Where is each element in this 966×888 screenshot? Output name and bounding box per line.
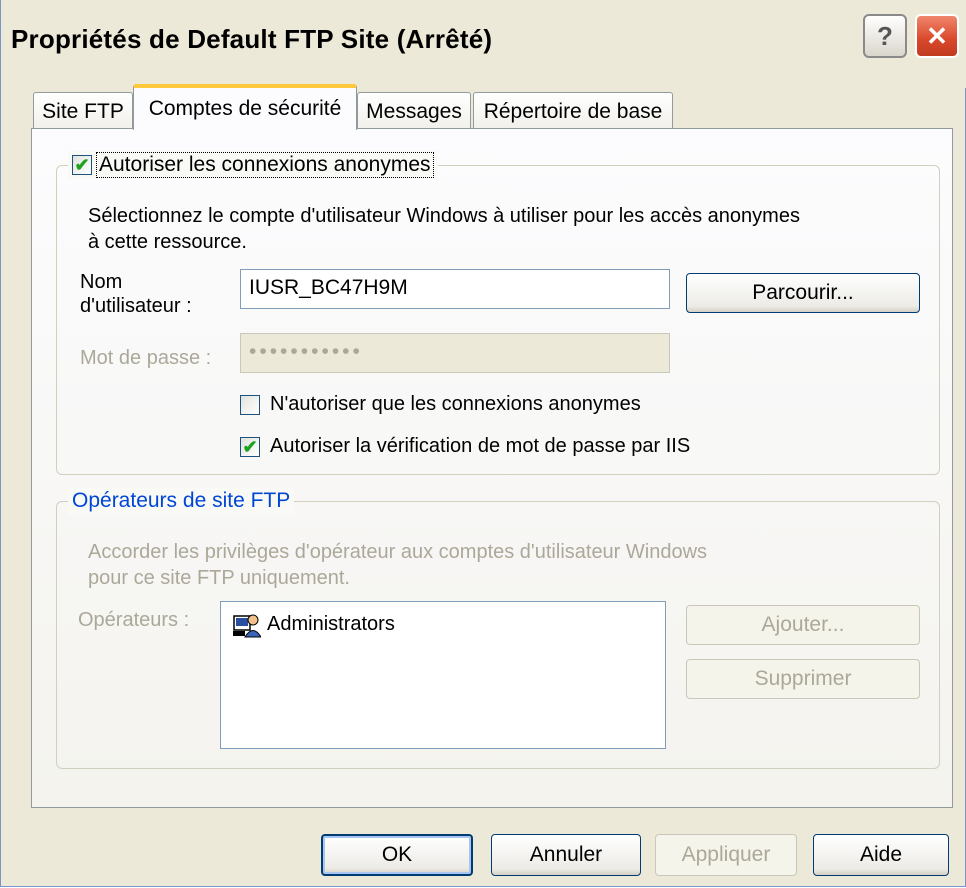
anonymous-checkbox-row[interactable]: ✔ Autoriser les connexions anonymes: [68, 151, 438, 179]
username-input[interactable]: IUSR_BC47H9M: [240, 269, 670, 309]
iis-password-check-label: Autoriser la vérification de mot de pass…: [270, 435, 691, 457]
password-label: Mot de passe :: [80, 347, 212, 369]
password-input[interactable]: •••••••••••: [240, 333, 670, 373]
anonymous-checkbox-label: Autoriser les connexions anonymes: [96, 152, 434, 178]
iis-password-check-row[interactable]: ✔ Autoriser la vérification de mot de pa…: [240, 435, 690, 458]
cancel-button[interactable]: Annuler: [491, 834, 641, 876]
username-label-line1: Nom: [80, 271, 123, 293]
close-button[interactable]: ✕: [915, 14, 959, 58]
iis-password-check-checkbox[interactable]: ✔: [240, 436, 260, 457]
remove-operator-button[interactable]: Supprimer: [686, 659, 920, 699]
properties-dialog: Propriétés de Default FTP Site (Arrêté) …: [0, 0, 966, 887]
list-item[interactable]: Administrators: [233, 610, 395, 638]
operators-list[interactable]: Administrators: [220, 601, 666, 749]
only-anonymous-checkbox[interactable]: ✔: [240, 394, 260, 415]
user-group-icon: [233, 610, 262, 638]
tab-label: Messages: [366, 99, 462, 123]
username-label-line2: d'utilisateur :: [80, 295, 192, 317]
add-operator-button[interactable]: Ajouter...: [686, 605, 920, 645]
tab-label: Site FTP: [42, 99, 124, 123]
help-button[interactable]: Aide: [813, 834, 949, 876]
help-title-button[interactable]: ?: [863, 14, 907, 58]
operators-label: Opérateurs :: [78, 609, 190, 631]
tab-messages[interactable]: Messages: [357, 92, 471, 130]
only-anonymous-label: N'autoriser que les connexions anonymes: [270, 393, 641, 415]
tab-label: Répertoire de base: [483, 99, 663, 123]
tab-panel: ✔ Autoriser les connexions anonymes Séle…: [31, 128, 953, 808]
ok-button[interactable]: OK: [321, 834, 473, 876]
only-anonymous-row[interactable]: ✔ N'autoriser que les connexions anonyme…: [240, 393, 641, 416]
tab-site-ftp[interactable]: Site FTP: [33, 92, 133, 130]
operators-description-line1: Accorder les privilèges d'opérateur aux …: [88, 541, 708, 563]
anonymous-checkbox[interactable]: ✔: [72, 155, 92, 175]
window-title: Propriétés de Default FTP Site (Arrêté): [11, 24, 493, 54]
tab-label: Comptes de sécurité: [148, 97, 342, 120]
title-bar: Propriétés de Default FTP Site (Arrêté) …: [1, 0, 966, 88]
apply-button[interactable]: Appliquer: [655, 834, 797, 876]
browse-button[interactable]: Parcourir...: [686, 273, 920, 313]
tab-home-directory[interactable]: Répertoire de base: [473, 92, 673, 130]
operators-description-line2: pour ce site FTP uniquement.: [88, 567, 350, 589]
anonymous-description-line1: Sélectionnez le compte d'utilisateur Win…: [88, 205, 800, 227]
operator-name: Administrators: [267, 612, 395, 635]
anonymous-description-line2: à cette ressource.: [88, 231, 247, 253]
tab-security-accounts[interactable]: Comptes de sécurité: [133, 84, 357, 130]
operators-legend: Opérateurs de site FTP: [68, 487, 295, 515]
